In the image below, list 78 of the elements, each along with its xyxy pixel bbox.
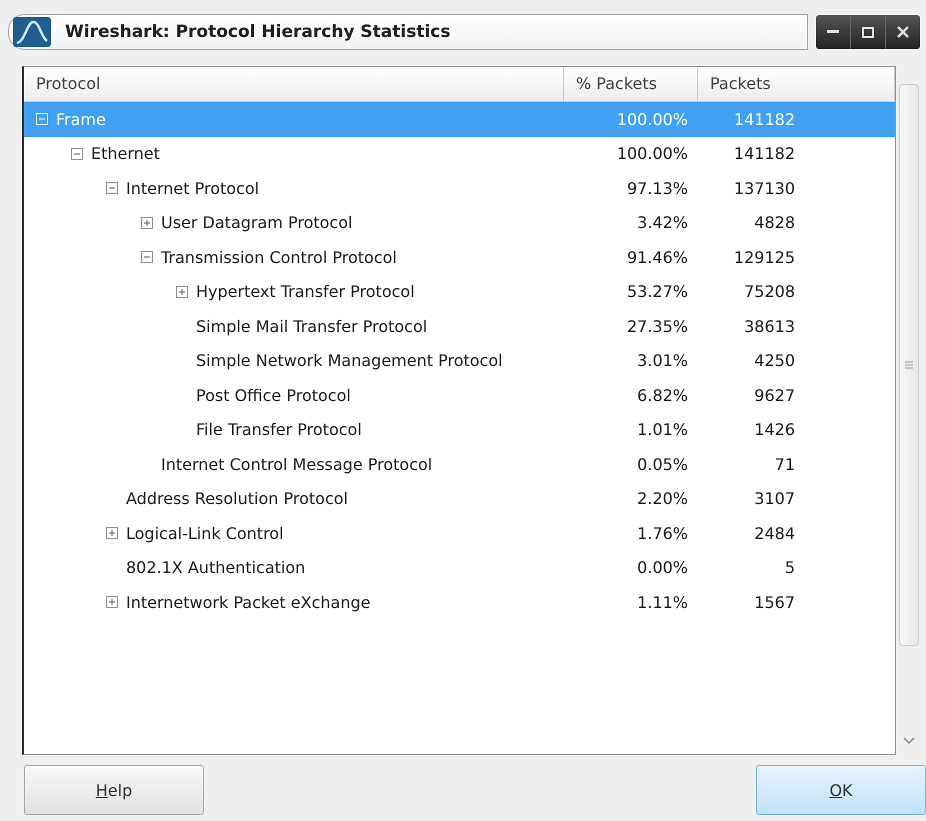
expand-icon[interactable] bbox=[141, 216, 153, 229]
packets-cell-text: 3107 bbox=[753, 489, 796, 508]
percent-cell-text: 91.46% bbox=[626, 248, 689, 267]
protocol-name: Hypertext Transfer Protocol bbox=[196, 282, 415, 302]
protocol-name: Internet Protocol bbox=[126, 178, 260, 198]
table-row[interactable]: User Datagram Protocol 3.42% 4828 bbox=[24, 206, 895, 240]
protocol-name: User Datagram Protocol bbox=[161, 213, 352, 232]
percent-cell-text: 0.00% bbox=[636, 558, 689, 578]
packets-cell-text: 129125 bbox=[732, 248, 796, 267]
percent-cell-text: 97.13% bbox=[626, 178, 689, 198]
expand-icon[interactable] bbox=[106, 527, 118, 540]
percent-cell-text: 1.76% bbox=[636, 524, 689, 543]
packets-cell-text: 4250 bbox=[753, 351, 796, 370]
packets-cell-text: 38613 bbox=[743, 316, 796, 336]
table-row[interactable]: Ethernet 100.00% 141182 bbox=[24, 136, 895, 171]
packets-cell-text: 4828 bbox=[753, 213, 796, 232]
percent-cell-text: 100.00% bbox=[616, 110, 689, 129]
protocol-name: Post Office Protocol bbox=[196, 386, 351, 405]
packets-cell-text: 1426 bbox=[753, 420, 796, 440]
percent-cell-text: 3.42% bbox=[636, 213, 689, 232]
table-row[interactable]: Logical-Link Control 1.76% 2484 bbox=[24, 516, 895, 550]
packets-cell-text: 141182 bbox=[732, 144, 796, 164]
percent-cell-text: 0.05% bbox=[636, 454, 689, 474]
table-row[interactable]: Internet Protocol 97.13% 137130 bbox=[24, 171, 895, 206]
protocol-name: Transmission Control Protocol bbox=[161, 248, 397, 267]
protocol-name: Internet Control Message Protocol bbox=[161, 454, 432, 474]
minimize-icon[interactable] bbox=[827, 30, 839, 34]
protocol-name: Simple Mail Transfer Protocol bbox=[196, 316, 428, 336]
table-row[interactable]: Internetwork Packet eXchange 1.11% 1567 bbox=[24, 585, 895, 620]
packets-cell-text: 137130 bbox=[732, 178, 796, 198]
maximize-icon[interactable] bbox=[862, 26, 874, 38]
percent-cell-text: 2.20% bbox=[636, 489, 689, 508]
table-row[interactable]: Internet Control Message Protocol 0.05% 71 bbox=[24, 447, 895, 482]
percent-cell-text: 3.01% bbox=[636, 351, 689, 370]
percent-cell-text: 100.00% bbox=[616, 144, 689, 164]
table-row[interactable]: Post Office Protocol 6.82% 9627 bbox=[24, 378, 895, 412]
expand-icon[interactable] bbox=[106, 596, 118, 608]
packets-cell-text: 141182 bbox=[732, 110, 796, 129]
collapse-icon[interactable] bbox=[106, 182, 118, 194]
packets-cell-text: 75208 bbox=[743, 282, 796, 302]
percent-cell-text: 1.11% bbox=[636, 592, 689, 612]
percent-cell-text: 53.27% bbox=[626, 282, 689, 302]
table-row[interactable]: 802.1X Authentication 0.00% 5 bbox=[24, 550, 895, 585]
protocol-name: 802.1X Authentication bbox=[126, 558, 306, 578]
packets-cell-text: 1567 bbox=[753, 592, 796, 612]
packets-cell-text: 2484 bbox=[753, 524, 796, 543]
protocol-name: Logical-Link Control bbox=[126, 524, 284, 543]
scrollbar-thumb[interactable] bbox=[899, 84, 919, 646]
protocol-name: Simple Network Management Protocol bbox=[196, 351, 503, 370]
window-title: Wireshark: Protocol Hierarchy Statistics bbox=[65, 22, 450, 42]
protocol-name: File Transfer Protocol bbox=[196, 420, 362, 440]
table-row[interactable]: Transmission Control Protocol 91.46% 129125 bbox=[24, 240, 895, 274]
column-header[interactable]: Protocol bbox=[24, 67, 564, 101]
close-icon[interactable] bbox=[897, 26, 909, 38]
percent-cell-text: 27.35% bbox=[626, 316, 689, 336]
table-row[interactable]: File Transfer Protocol 1.01% 1426 bbox=[24, 412, 895, 447]
collapse-icon[interactable] bbox=[71, 148, 83, 160]
table-row[interactable]: Simple Mail Transfer Protocol 27.35% 38613 bbox=[24, 309, 895, 344]
help-button[interactable]: Help bbox=[24, 765, 204, 815]
table-row[interactable]: Simple Network Management Protocol 3.01% 4250 bbox=[24, 344, 895, 378]
packets-cell-text: 9627 bbox=[753, 386, 796, 405]
table-row[interactable]: Hypertext Transfer Protocol 53.27% 75208 bbox=[24, 274, 895, 309]
packets-cell-text: 5 bbox=[784, 558, 796, 578]
table-row[interactable]: Address Resolution Protocol 2.20% 3107 bbox=[24, 482, 895, 516]
percent-cell-text: 1.01% bbox=[636, 420, 689, 440]
protocol-name: Internetwork Packet eXchange bbox=[126, 592, 370, 612]
expand-icon[interactable] bbox=[176, 286, 188, 298]
protocol-name: Frame bbox=[56, 110, 106, 129]
percent-cell-text: 6.82% bbox=[636, 386, 689, 405]
protocol-name: Ethernet bbox=[91, 144, 160, 164]
column-header[interactable]: % Packets bbox=[564, 67, 698, 101]
protocol-name: Address Resolution Protocol bbox=[126, 489, 348, 508]
ok-button[interactable]: OK bbox=[756, 765, 926, 815]
scroll-down-icon[interactable] bbox=[903, 737, 915, 745]
collapse-icon[interactable] bbox=[141, 251, 153, 264]
app-logo-icon bbox=[13, 17, 51, 47]
column-header[interactable]: Packets bbox=[698, 67, 895, 101]
packets-cell-text: 71 bbox=[774, 454, 796, 474]
